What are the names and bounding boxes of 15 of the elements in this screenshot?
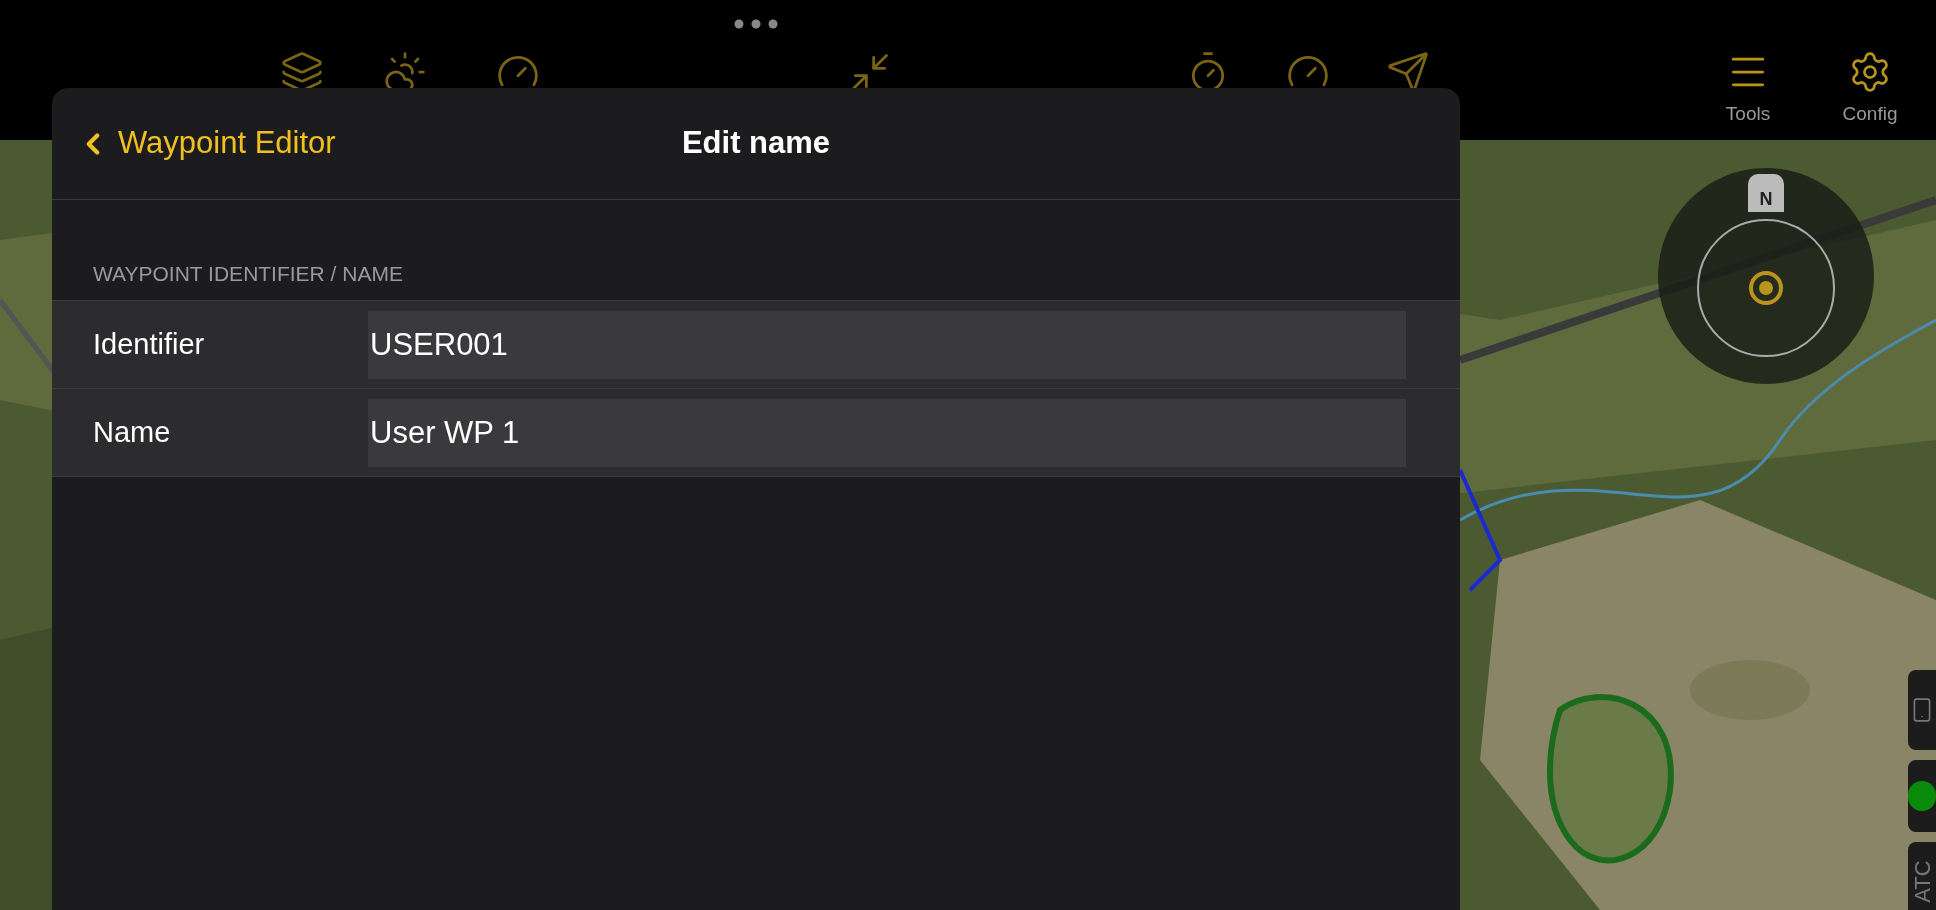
panel-title: Edit name xyxy=(681,124,831,163)
back-button[interactable]: Waypoint Editor xyxy=(76,120,336,167)
config-button[interactable]: Config xyxy=(1822,50,1918,129)
section-header: WAYPOINT IDENTIFIER / NAME xyxy=(93,261,404,286)
text-field[interactable]: USER001 xyxy=(368,310,1406,379)
tools-button[interactable]: Tools xyxy=(1700,50,1796,129)
compass-ring-icon xyxy=(1696,218,1836,358)
text-field[interactable]: User WP 1 xyxy=(368,398,1406,467)
field-label: Identifier xyxy=(93,326,206,362)
north-marker: N xyxy=(1748,174,1784,212)
atc-tab[interactable]: ATC xyxy=(1908,842,1936,910)
more-dots-icon[interactable] xyxy=(734,19,778,29)
status-tab[interactable] xyxy=(1908,760,1936,832)
device-check-tab[interactable] xyxy=(1908,670,1936,750)
field-label: Name xyxy=(93,414,172,450)
